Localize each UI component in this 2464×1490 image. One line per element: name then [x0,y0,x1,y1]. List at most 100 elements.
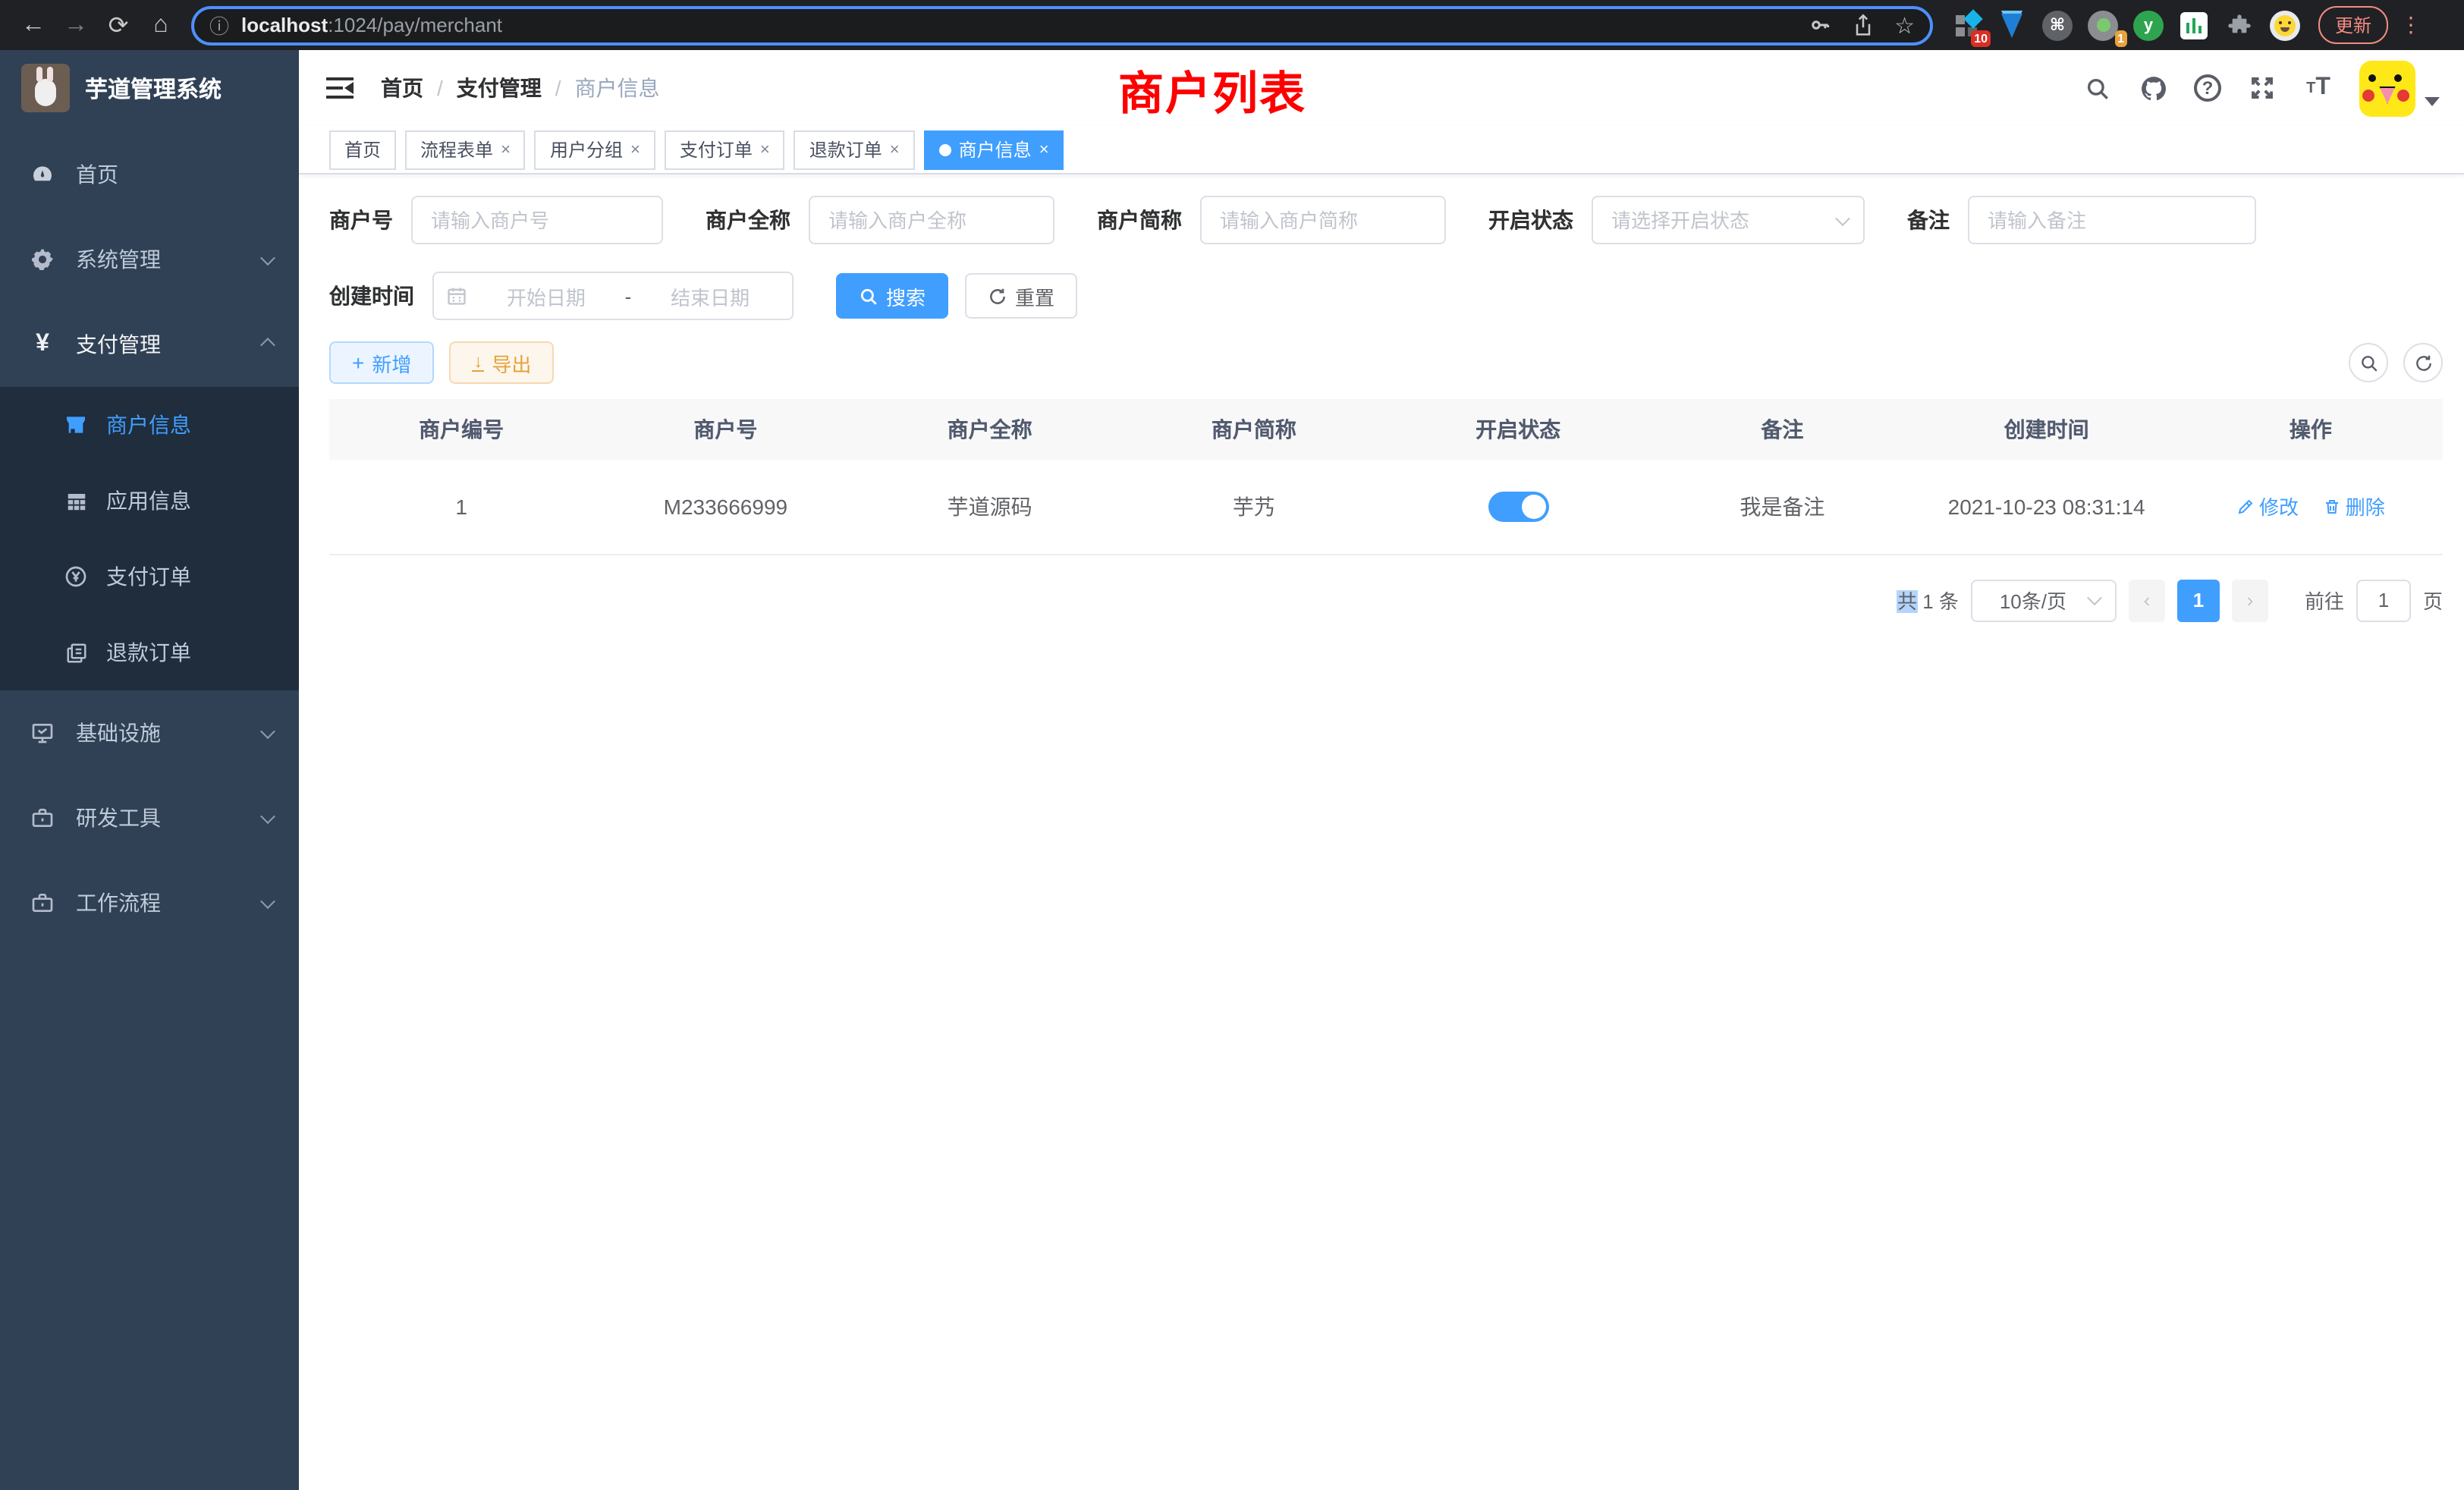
profile-avatar-icon[interactable] [2270,10,2300,40]
create-time-range-picker[interactable]: 开始日期 - 结束日期 [432,272,794,320]
browser-reload-icon[interactable]: ⟳ [97,4,140,46]
col-remark: 备注 [1650,399,1914,460]
breadcrumb-separator: / [555,76,561,100]
browser-back-icon[interactable]: ← [12,4,55,46]
y-extension-icon[interactable]: y [2133,10,2164,40]
github-icon[interactable] [2138,73,2168,103]
search-button[interactable]: 搜索 [836,273,948,319]
filter-form: 商户号 商户全称 商户简称 开启状态 [329,196,2443,320]
font-size-icon[interactable]: TT [2303,73,2334,103]
close-icon[interactable]: × [501,140,511,159]
address-bar[interactable]: ⓘ localhost:1024/pay/merchant ☆ [191,5,1933,45]
share-icon[interactable] [1852,13,1873,37]
extensions-puzzle-icon[interactable] [2224,10,2255,40]
site-info-icon[interactable]: ⓘ [209,11,229,39]
fullscreen-icon[interactable] [2247,73,2277,103]
annotation-merchant-list: 商户列表 [1118,56,1306,123]
sidebar-item-pay-order[interactable]: 支付订单 [0,539,299,615]
page-size-select[interactable] [1971,579,2117,621]
trash-icon [2323,498,2341,516]
sidebar-item-label: 工作流程 [76,888,262,918]
url-path: :1024/pay/merchant [328,14,502,36]
sidebar-item-infrastructure[interactable]: 基础设施 [0,690,299,775]
active-dot [939,143,951,156]
goto-label: 前往 [2305,586,2344,615]
browser-forward-icon[interactable]: → [55,4,97,46]
sidebar-item-dev-tools[interactable]: 研发工具 [0,775,299,860]
prev-page-button[interactable]: ‹ [2129,579,2165,621]
user-avatar[interactable] [2359,60,2415,116]
remark-input[interactable] [1968,196,2256,244]
browser-home-icon[interactable]: ⌂ [140,4,182,46]
sidebar-item-workflow[interactable]: 工作流程 [0,860,299,945]
password-key-icon[interactable] [1808,14,1831,36]
reset-button[interactable]: 重置 [965,273,1077,319]
export-button[interactable]: ↓ 导出 [449,341,554,384]
header-search-icon[interactable] [2082,73,2112,103]
chrome-update-button[interactable]: 更新 [2318,6,2388,44]
help-icon[interactable]: ? [2194,74,2221,102]
show-search-toggle-button[interactable] [2349,343,2388,382]
breadcrumb-home[interactable]: 首页 [381,73,423,103]
remark-label: 备注 [1907,205,1950,235]
browser-menu-icon[interactable]: ⋮ [2400,12,2422,38]
sidebar-item-label: 系统管理 [76,244,262,275]
close-icon[interactable]: × [630,140,640,159]
gem-extension-icon[interactable] [1997,10,2027,40]
extension-badge: 1 [2114,30,2127,46]
sidebar-item-app-info[interactable]: 应用信息 [0,463,299,539]
yen-icon: ¥ [30,332,55,357]
next-page-button[interactable]: › [2232,579,2268,621]
merchant-no-input[interactable] [411,196,663,244]
status-select[interactable] [1592,196,1865,244]
add-button[interactable]: + 新增 [329,341,434,384]
sidebar-item-home[interactable]: 首页 [0,132,299,217]
status-select-input[interactable] [1592,196,1865,244]
chevron-up-icon [260,337,275,352]
full-name-input[interactable] [809,196,1054,244]
sidebar-collapse-icon[interactable] [326,77,354,99]
date-separator: - [625,284,632,307]
tab-pay-order[interactable]: 支付订单 × [665,130,785,169]
monitor-icon [30,721,55,745]
page-1-button[interactable]: 1 [2177,579,2220,621]
tab-refund-order[interactable]: 退款订单 × [794,130,915,169]
url-text[interactable]: localhost:1024/pay/merchant [241,14,1787,36]
tab-user-group[interactable]: 用户分组 × [535,130,655,169]
goto-page-input[interactable] [2356,579,2411,621]
briefcase-icon [30,891,55,915]
sidebar-item-label: 研发工具 [76,803,262,833]
edit-link[interactable]: 修改 [2236,492,2299,521]
sidebar-item-system[interactable]: 系统管理 [0,217,299,302]
sidebar-item-label: 应用信息 [106,486,273,516]
bookmark-star-icon[interactable]: ☆ [1894,11,1915,39]
sidebar-item-label: 支付订单 [106,561,273,592]
status-toggle[interactable] [1488,492,1548,522]
user-menu[interactable] [2359,60,2440,116]
col-status: 开启状态 [1386,399,1650,460]
col-short-name: 商户简称 [1122,399,1386,460]
yen-circle-icon [64,564,88,589]
command-extension-icon[interactable]: ⌘ [2042,10,2073,40]
tab-merchant-info[interactable]: 商户信息 × [924,130,1064,169]
sidebar-item-payment[interactable]: ¥ 支付管理 [0,302,299,387]
close-icon[interactable]: × [1039,140,1049,159]
calendar-icon [446,285,467,306]
grid-icon [64,489,88,513]
merchant-table: 商户编号 商户号 商户全称 商户简称 开启状态 备注 创建时间 操作 1 [329,399,2443,555]
tab-process-form[interactable]: 流程表单 × [405,130,526,169]
tray-extension-icon[interactable]: 1 [2088,10,2118,40]
refresh-table-button[interactable] [2403,343,2443,382]
close-icon[interactable]: × [760,140,770,159]
tab-home[interactable]: 首页 [329,130,396,169]
sidebar-item-refund-order[interactable]: 退款订单 [0,615,299,690]
delete-link[interactable]: 删除 [2323,492,2385,521]
stats-extension-icon[interactable] [2179,10,2209,40]
create-time-label: 创建时间 [329,281,414,311]
breadcrumb-payment[interactable]: 支付管理 [457,73,542,103]
close-icon[interactable]: × [890,140,900,159]
tab-manager-extension-icon[interactable]: 10 [1951,10,1982,40]
sidebar-item-merchant-info[interactable]: 商户信息 [0,387,299,463]
short-name-input[interactable] [1200,196,1446,244]
app-logo-row[interactable]: 芋道管理系统 [0,50,299,126]
